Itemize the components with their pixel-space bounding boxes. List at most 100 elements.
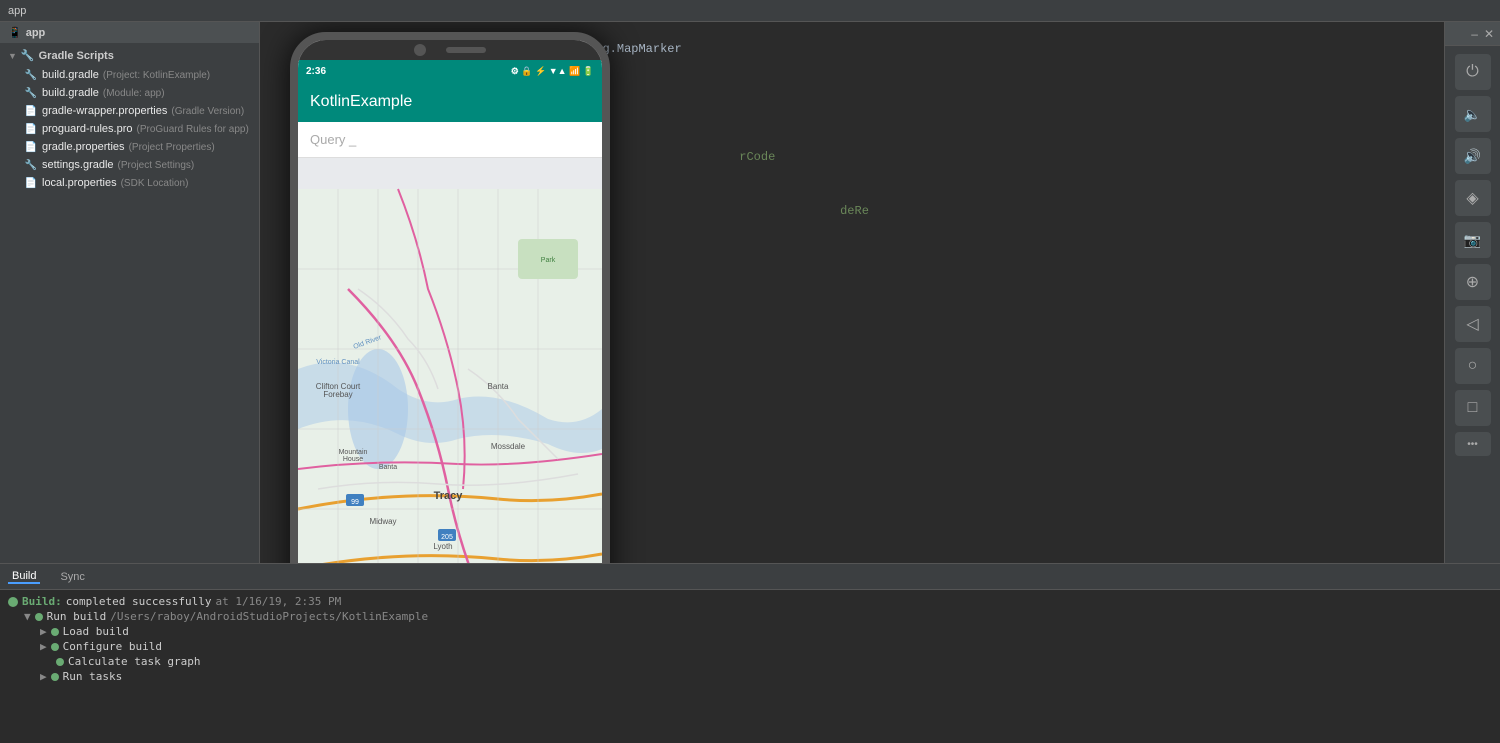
bottom-tabs: Build Sync xyxy=(0,564,1500,590)
recents-ctrl-button[interactable]: □ xyxy=(1455,390,1491,426)
sidebar-item-build-gradle-project[interactable]: 🔧 build.gradle (Project: KotlinExample) xyxy=(0,66,259,84)
filename: local.properties xyxy=(42,177,117,189)
sidebar-header: 📱 app xyxy=(0,22,259,43)
phone-top-bar xyxy=(298,40,602,60)
file-detail: (SDK Location) xyxy=(121,178,189,189)
svg-text:Tracy: Tracy xyxy=(434,490,464,502)
configure-build-label: Configure build xyxy=(63,640,162,653)
build-status: completed successfully xyxy=(66,595,212,608)
code-area: 12import com.here.android.mpa.mapping.Ma… xyxy=(260,22,1500,563)
sidebar-item-build-gradle-app[interactable]: 🔧 build.gradle (Module: app) xyxy=(0,84,259,102)
emulator-minimize-button[interactable]: – xyxy=(1471,27,1478,41)
gradle-icon: 🔧 xyxy=(24,158,38,172)
calculate-label: Calculate task graph xyxy=(68,655,200,668)
file-detail: (ProGuard Rules for app) xyxy=(137,124,249,135)
file-detail: (Project Properties) xyxy=(129,142,215,153)
sidebar: 📱 app ▼ 🔧 Gradle Scripts 🔧 build.gradle … xyxy=(0,22,260,563)
properties-icon: 📄 xyxy=(24,140,38,154)
emulator-close-button[interactable]: ✕ xyxy=(1484,27,1494,41)
zoom-in-button[interactable]: ⊕ xyxy=(1455,264,1491,300)
proguard-icon: 📄 xyxy=(24,122,38,136)
build-result-line: Build: completed successfully at 1/16/19… xyxy=(8,594,1492,609)
run-build-line: ▼ Run build /Users/raboy/AndroidStudioPr… xyxy=(8,609,1492,624)
configure-build-line: ▶ Configure build xyxy=(8,639,1492,654)
svg-text:House: House xyxy=(343,456,363,463)
build-label: Build: xyxy=(22,595,62,608)
task-icon xyxy=(51,673,59,681)
arrow-expand-icon: ▶ xyxy=(40,640,47,653)
gradle-icon: 🔧 xyxy=(24,86,38,100)
sidebar-item-gradle-properties[interactable]: 📄 gradle.properties (Project Properties) xyxy=(0,138,259,156)
file-detail: (Gradle Version) xyxy=(171,106,244,117)
sidebar-item-settings-gradle[interactable]: 🔧 settings.gradle (Project Settings) xyxy=(0,156,259,174)
run-build-label: Run build xyxy=(47,610,107,623)
run-build-path: /Users/raboy/AndroidStudioProjects/Kotli… xyxy=(110,610,428,623)
svg-text:205: 205 xyxy=(441,534,453,541)
more-ctrl-button[interactable]: ••• xyxy=(1455,432,1491,456)
arrow-expand-icon: ▶ xyxy=(40,625,47,638)
task-icon xyxy=(51,628,59,636)
phone-status-icons: ⚙ 🔒 ⚡ ▼▲ 📶 🔋 xyxy=(511,66,594,77)
filename: proguard-rules.pro xyxy=(42,123,133,135)
sidebar-item-local-properties[interactable]: 📄 local.properties (SDK Location) xyxy=(0,174,259,192)
volume-up-button[interactable]: 🔊 xyxy=(1455,138,1491,174)
bottom-bar: Build Sync Build: completed successfully… xyxy=(0,563,1500,743)
svg-text:Victoria Canal: Victoria Canal xyxy=(316,359,360,366)
run-tasks-label: Run tasks xyxy=(63,670,123,683)
rotate-button[interactable]: ◈ xyxy=(1455,180,1491,216)
zoom-out-button[interactable]: ◁ xyxy=(1455,306,1491,342)
svg-text:Banta: Banta xyxy=(379,464,397,471)
power-button[interactable]: ⏻ xyxy=(1455,54,1491,90)
phone-search-placeholder: Query _ xyxy=(310,132,356,147)
sidebar-item-proguard[interactable]: 📄 proguard-rules.pro (ProGuard Rules for… xyxy=(0,120,259,138)
screenshot-button[interactable]: 📷 xyxy=(1455,222,1491,258)
gradle-scripts-icon: 🔧 xyxy=(21,49,35,62)
properties-icon: 📄 xyxy=(24,104,38,118)
chevron-icon: ▼ xyxy=(8,51,17,61)
svg-text:Lyoth: Lyoth xyxy=(433,542,452,551)
sidebar-item-gradle-wrapper[interactable]: 📄 gradle-wrapper.properties (Gradle Vers… xyxy=(0,102,259,120)
file-detail: (Project Settings) xyxy=(118,160,195,171)
tab-sync[interactable]: Sync xyxy=(56,571,88,583)
svg-text:99: 99 xyxy=(351,499,359,506)
svg-text:Forebay: Forebay xyxy=(323,390,352,399)
home-ctrl-button[interactable]: ○ xyxy=(1455,348,1491,384)
load-build-label: Load build xyxy=(63,625,129,638)
phone-screen: 2:36 ⚙ 🔒 ⚡ ▼▲ 📶 🔋 KotlinExample Query _ xyxy=(298,60,602,563)
tab-build[interactable]: Build xyxy=(8,570,40,584)
svg-text:Mossdale: Mossdale xyxy=(491,442,526,451)
phone-emulator: 2:36 ⚙ 🔒 ⚡ ▼▲ 📶 🔋 KotlinExample Query _ xyxy=(290,32,630,563)
phone-time: 2:36 xyxy=(306,66,326,77)
gradle-icon: 🔧 xyxy=(24,68,38,82)
build-timestamp: at 1/16/19, 2:35 PM xyxy=(215,595,341,608)
sidebar-app-icon: 📱 xyxy=(8,26,22,39)
phone-camera xyxy=(414,44,426,56)
calculate-task-graph-line: Calculate task graph xyxy=(8,654,1492,669)
success-icon xyxy=(8,597,18,607)
main-layout: 📱 app ▼ 🔧 Gradle Scripts 🔧 build.gradle … xyxy=(0,22,1500,563)
filename: build.gradle xyxy=(42,87,99,99)
svg-text:Banta: Banta xyxy=(488,382,509,391)
phone-frame: 2:36 ⚙ 🔒 ⚡ ▼▲ 📶 🔋 KotlinExample Query _ xyxy=(290,32,610,563)
svg-text:Park: Park xyxy=(541,257,556,264)
phone-search-bar[interactable]: Query _ xyxy=(298,122,602,158)
filename: build.gradle xyxy=(42,69,99,81)
run-tasks-line: ▶ Run tasks xyxy=(8,669,1492,684)
svg-text:Mountain: Mountain xyxy=(339,449,368,456)
emulator-panel: – ✕ ⏻ 🔈 🔊 ◈ 📷 ⊕ ◁ ○ □ ••• xyxy=(1444,22,1500,563)
run-icon xyxy=(35,613,43,621)
phone-status-bar: 2:36 ⚙ 🔒 ⚡ ▼▲ 📶 🔋 xyxy=(298,60,602,82)
title-bar-text: app xyxy=(8,5,26,17)
svg-text:Midway: Midway xyxy=(369,517,396,526)
load-build-line: ▶ Load build xyxy=(8,624,1492,639)
filename: gradle-wrapper.properties xyxy=(42,105,167,117)
volume-down-button[interactable]: 🔈 xyxy=(1455,96,1491,132)
arrow-expand-icon: ▼ xyxy=(24,610,31,623)
gradle-scripts-label: Gradle Scripts xyxy=(39,50,114,62)
phone-map: 99 205 580 Tracy Clifton Court Forebay M… xyxy=(298,158,602,563)
filename: gradle.properties xyxy=(42,141,125,153)
task-icon xyxy=(51,643,59,651)
build-output: Build: completed successfully at 1/16/19… xyxy=(0,590,1500,743)
file-detail: (Module: app) xyxy=(103,88,165,99)
gradle-scripts-header[interactable]: ▼ 🔧 Gradle Scripts xyxy=(0,45,259,66)
